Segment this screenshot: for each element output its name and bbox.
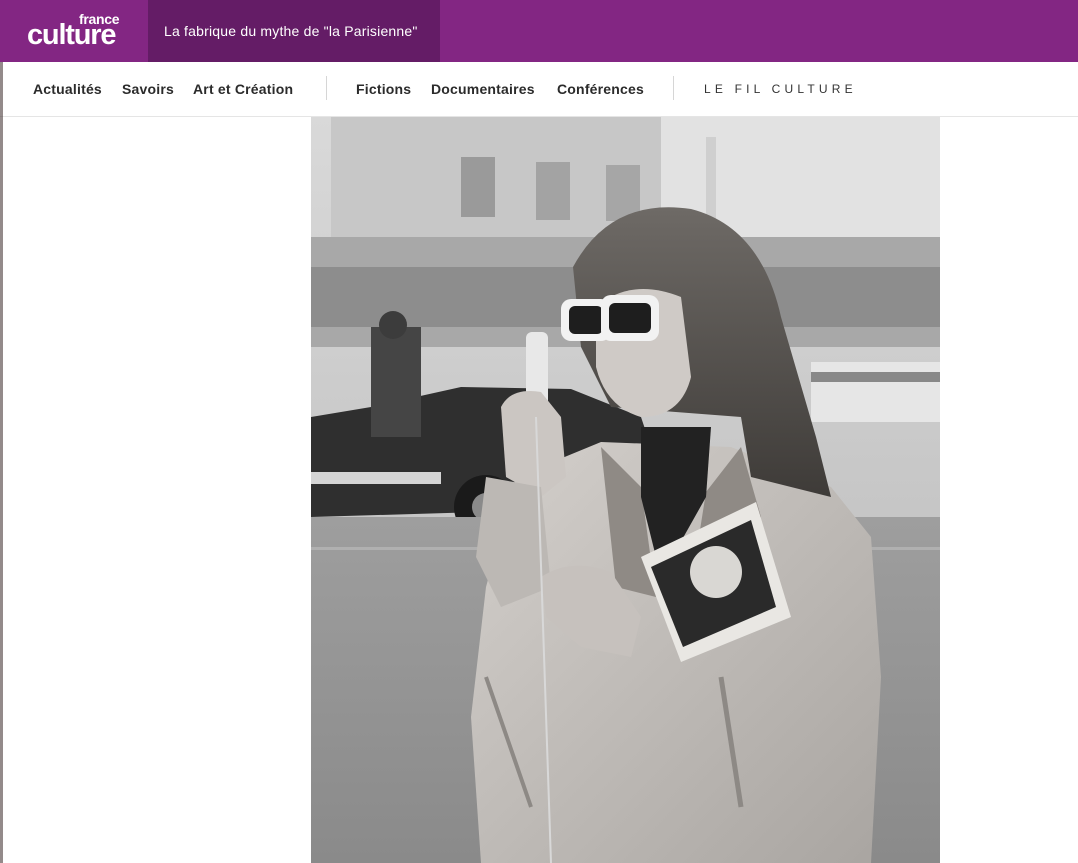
nav-item-documentaires[interactable]: Documentaires [431,62,535,116]
nav-item-fil-culture[interactable]: LE FIL CULTURE [704,62,857,116]
main-nav: Actualités Savoirs Art et Création Ficti… [0,62,1078,117]
article-photo [311,117,940,863]
window-edge-shadow [0,62,3,863]
nav-item-conferences[interactable]: Conférences [557,62,644,116]
top-bar: france culture La fabrique du mythe de "… [0,0,1078,62]
nav-item-art-et-creation[interactable]: Art et Création [193,62,293,116]
nav-item-savoirs[interactable]: Savoirs [122,62,174,116]
nav-item-fictions[interactable]: Fictions [356,62,411,116]
nav-item-actualites[interactable]: Actualités [33,62,102,116]
photo-image [311,117,940,863]
episode-title: La fabrique du mythe de "la Parisienne" [164,23,418,39]
episode-title-tab[interactable]: La fabrique du mythe de "la Parisienne" [148,0,440,62]
france-culture-logo[interactable]: france culture [0,0,148,62]
nav-divider [326,76,327,100]
nav-divider [673,76,674,100]
logo-culture-text: culture [27,19,117,51]
